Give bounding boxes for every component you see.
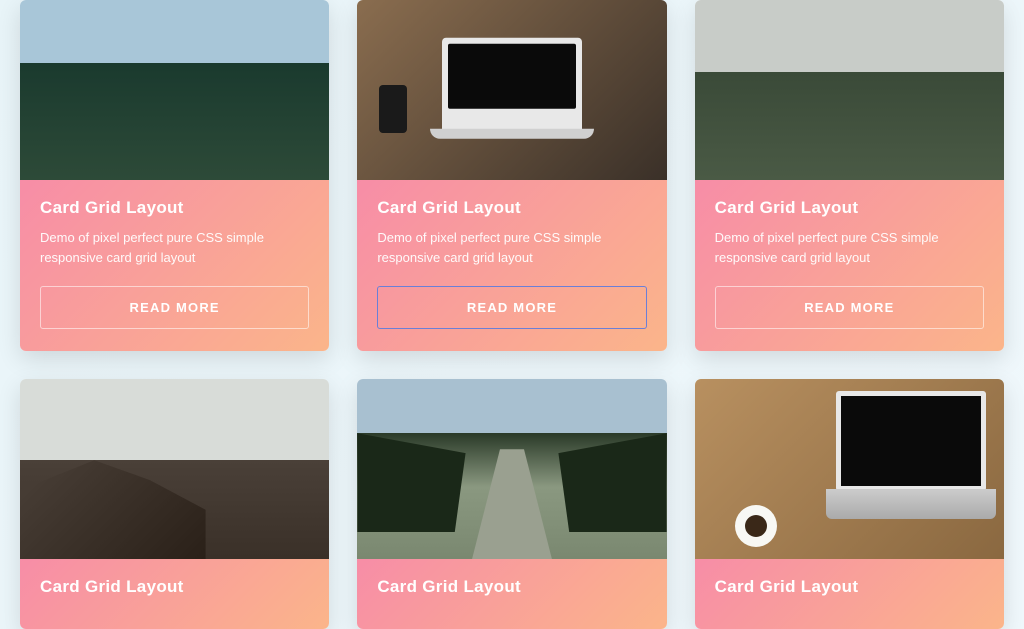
card-image-river-valley bbox=[695, 0, 1004, 180]
card-title: Card Grid Layout bbox=[715, 198, 984, 218]
card-item: Card Grid Layout Demo of pixel perfect p… bbox=[20, 0, 329, 351]
path-icon bbox=[472, 449, 552, 559]
card-description: Demo of pixel perfect pure CSS simple re… bbox=[715, 228, 984, 268]
card-item: Card Grid Layout Demo of pixel perfect p… bbox=[357, 0, 666, 351]
card-image-forest-lake bbox=[20, 0, 329, 180]
trees-icon bbox=[357, 433, 465, 532]
card-body: Card Grid Layout bbox=[695, 559, 1004, 629]
card-body: Card Grid Layout Demo of pixel perfect p… bbox=[695, 180, 1004, 351]
phone-icon bbox=[379, 85, 407, 133]
card-title: Card Grid Layout bbox=[377, 198, 646, 218]
card-description: Demo of pixel perfect pure CSS simple re… bbox=[377, 228, 646, 268]
rocks-icon bbox=[20, 460, 206, 559]
read-more-button[interactable]: READ MORE bbox=[377, 286, 646, 329]
card-image-path-trees bbox=[357, 379, 666, 559]
card-grid: Card Grid Layout Demo of pixel perfect p… bbox=[20, 0, 1004, 629]
trees-icon bbox=[558, 433, 666, 532]
coffee-cup-icon bbox=[735, 505, 777, 547]
card-title: Card Grid Layout bbox=[40, 577, 309, 597]
card-body: Card Grid Layout bbox=[357, 559, 666, 629]
card-image-laptop-coffee bbox=[695, 379, 1004, 559]
card-item: Card Grid Layout bbox=[357, 379, 666, 629]
laptop-icon bbox=[442, 38, 582, 133]
card-body: Card Grid Layout Demo of pixel perfect p… bbox=[357, 180, 666, 351]
card-item: Card Grid Layout bbox=[20, 379, 329, 629]
read-more-button[interactable]: READ MORE bbox=[715, 286, 984, 329]
card-body: Card Grid Layout Demo of pixel perfect p… bbox=[20, 180, 329, 351]
card-item: Card Grid Layout Demo of pixel perfect p… bbox=[695, 0, 1004, 351]
card-title: Card Grid Layout bbox=[715, 577, 984, 597]
card-image-rocky-coast bbox=[20, 379, 329, 559]
card-description: Demo of pixel perfect pure CSS simple re… bbox=[40, 228, 309, 268]
card-item: Card Grid Layout bbox=[695, 379, 1004, 629]
card-title: Card Grid Layout bbox=[377, 577, 646, 597]
card-image-laptop-desk bbox=[357, 0, 666, 180]
card-title: Card Grid Layout bbox=[40, 198, 309, 218]
card-body: Card Grid Layout bbox=[20, 559, 329, 629]
laptop-icon bbox=[836, 391, 986, 491]
read-more-button[interactable]: READ MORE bbox=[40, 286, 309, 329]
